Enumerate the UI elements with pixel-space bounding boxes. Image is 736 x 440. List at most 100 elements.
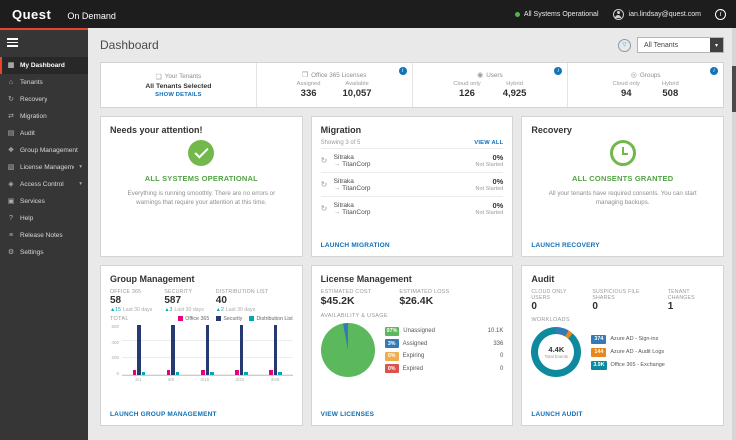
- migration-card: Migration Showing 3 of 5 VIEW ALL ↻ Sitr…: [310, 116, 514, 257]
- sidebar-item-group-management[interactable]: ❖ Group Management: [0, 142, 88, 159]
- recovery-status: ALL CONSENTS GRANTED: [571, 174, 674, 183]
- arrow-right-icon: →: [333, 208, 341, 216]
- legend-value: 336: [493, 340, 504, 347]
- sidebar-item-recovery[interactable]: ↻ Recovery: [0, 91, 88, 108]
- y-axis: 600 400 200 0: [111, 324, 119, 376]
- card-title: Audit: [531, 274, 555, 284]
- settings-icon: ⚙: [7, 249, 15, 256]
- migration-target: TitanCorp: [342, 184, 371, 192]
- tenant-filter-value: All Tenants: [644, 41, 679, 49]
- sidebar-item-help[interactable]: ? Help: [0, 210, 88, 227]
- migration-project-row[interactable]: ↻ Sitraka → TitanCorp 0% Not Started: [320, 172, 504, 196]
- migration-status: Not Started: [475, 210, 504, 216]
- scrollbar-thumb[interactable]: [732, 66, 736, 112]
- group-bar-chart: 600 400 200 0: [110, 324, 293, 376]
- legend-label: Distribution List: [256, 316, 293, 322]
- legend-label: Unassigned: [403, 328, 435, 335]
- recovery-description: All your tenants have required consents.…: [548, 190, 697, 207]
- legend-label: Office 365: [185, 316, 210, 322]
- sidebar-item-tenants[interactable]: ⌂ Tenants: [0, 74, 88, 91]
- tenants-icon: ⌂: [8, 78, 14, 86]
- launch-migration-link[interactable]: LAUNCH MIGRATION: [321, 242, 390, 249]
- stat-value: 10,057: [342, 88, 372, 99]
- stat-label: Cloud only: [453, 81, 481, 87]
- dashboard-icon: ▦: [7, 62, 15, 69]
- attention-description: Everything is running smoothly. There ar…: [127, 190, 276, 207]
- launch-audit-link[interactable]: LAUNCH AUDIT: [531, 411, 582, 418]
- help-icon: ?: [9, 214, 13, 222]
- legend-label: Expired: [402, 365, 424, 372]
- estimated-cost-value: $45.2K: [320, 295, 355, 307]
- chevron-down-icon[interactable]: ▾: [710, 38, 723, 52]
- launch-group-management-link[interactable]: LAUNCH GROUP MANAGEMENT: [110, 411, 217, 418]
- audit-card: Audit CLOUD ONLY USERS 0 SUSPICIOUS FILE…: [521, 265, 725, 426]
- launch-recovery-link[interactable]: LAUNCH RECOVERY: [531, 242, 600, 249]
- migration-target: TitanCorp: [342, 208, 371, 216]
- migration-project-icon: ↻: [320, 156, 328, 165]
- view-licenses-link[interactable]: VIEW LICENSES: [321, 411, 375, 418]
- migration-percent: 0%: [492, 153, 504, 162]
- recovery-card: Recovery ALL CONSENTS GRANTED All your t…: [521, 116, 725, 257]
- stat-label: Available: [345, 81, 369, 87]
- quest-logo[interactable]: Quest: [12, 7, 51, 22]
- system-status[interactable]: All Systems Operational: [514, 11, 599, 18]
- migration-icon: ⇄: [8, 113, 14, 120]
- user-email: ian.lindsay@quest.com: [628, 10, 701, 18]
- recovery-icon: ↻: [8, 96, 14, 103]
- menu-icon[interactable]: [7, 38, 18, 47]
- licenses-icon: ❐: [301, 72, 309, 79]
- audit-stat-value: 0: [592, 301, 598, 312]
- sidebar-item-settings[interactable]: ⚙ Settings: [0, 244, 88, 261]
- show-details-link[interactable]: SHOW DETAILS: [155, 92, 201, 98]
- check-circle-icon: [188, 140, 215, 166]
- legend-badge: 3.9K: [591, 360, 607, 370]
- scrollbar[interactable]: [732, 28, 736, 440]
- migration-project-row[interactable]: ↻ Sitraka → TitanCorp 0% Not Started: [320, 196, 504, 220]
- info-icon[interactable]: i: [554, 67, 563, 75]
- stat-title-text: Groups: [639, 71, 661, 79]
- nav-label: Access Control: [20, 180, 64, 188]
- user-menu[interactable]: ian.lindsay@quest.com: [612, 8, 701, 20]
- avatar-icon: [612, 8, 624, 20]
- nav-label: Migration: [20, 112, 47, 120]
- license-pie-chart: [320, 323, 375, 377]
- stat-value: 94: [620, 88, 632, 99]
- stat-label: Assigned: [296, 81, 321, 87]
- gm-stat-delta: 3: [169, 307, 173, 313]
- attention-card: Needs your attention! ALL SYSTEMS OPERAT…: [100, 116, 303, 257]
- migration-project-row[interactable]: ↻ Sitraka → TitanCorp 0% Not Started: [320, 148, 504, 172]
- access-control-icon: ◈: [8, 181, 14, 188]
- topbar: Quest On Demand All Systems Operational …: [0, 0, 736, 28]
- stat-value: 126: [459, 88, 475, 99]
- nav-label: Help: [20, 214, 34, 222]
- legend-label: Expiring: [402, 353, 425, 360]
- legend-badge: 0%: [384, 351, 399, 361]
- total-label: TOTAL: [110, 316, 129, 322]
- workloads-label: WORKLOADS: [531, 317, 570, 323]
- info-icon[interactable]: i: [710, 67, 718, 75]
- card-title: Migration: [320, 125, 362, 135]
- migration-project-icon: ↻: [320, 204, 328, 213]
- sidebar-item-access-control[interactable]: ◈ Access Control ▾: [0, 176, 88, 193]
- migration-source: Sitraka: [333, 153, 354, 161]
- info-icon[interactable]: i: [715, 8, 726, 20]
- tenant-filter-select[interactable]: All Tenants ▾: [637, 37, 724, 53]
- audit-icon: ▤: [7, 130, 15, 137]
- tenants-selected-text: All Tenants Selected: [145, 82, 212, 90]
- sidebar-item-release-notes[interactable]: ≡ Release Notes: [0, 227, 88, 244]
- legend-badge: 3%: [384, 339, 399, 349]
- clock-icon: [609, 140, 636, 166]
- sidebar-item-audit[interactable]: ▤ Audit: [0, 125, 88, 142]
- info-icon[interactable]: i: [398, 67, 407, 75]
- filter-icon[interactable]: ▽: [618, 38, 631, 52]
- sidebar-item-migration[interactable]: ⇄ Migration: [0, 108, 88, 125]
- sidebar-item-services[interactable]: ▣ Services: [0, 193, 88, 210]
- main-content: Dashboard ▽ All Tenants ▾ ❏ Your Tenants…: [88, 28, 736, 440]
- legend-badge: 0%: [384, 364, 399, 374]
- audit-stat-value: 1: [667, 301, 674, 312]
- audit-stat-value: 0: [531, 301, 537, 312]
- sidebar-item-my-dashboard[interactable]: ▦ My Dashboard: [0, 56, 88, 74]
- view-all-link[interactable]: VIEW ALL: [474, 140, 503, 146]
- sidebar-item-license-management[interactable]: ▧ License Management ▾: [0, 159, 88, 176]
- legend-chip: [249, 316, 255, 322]
